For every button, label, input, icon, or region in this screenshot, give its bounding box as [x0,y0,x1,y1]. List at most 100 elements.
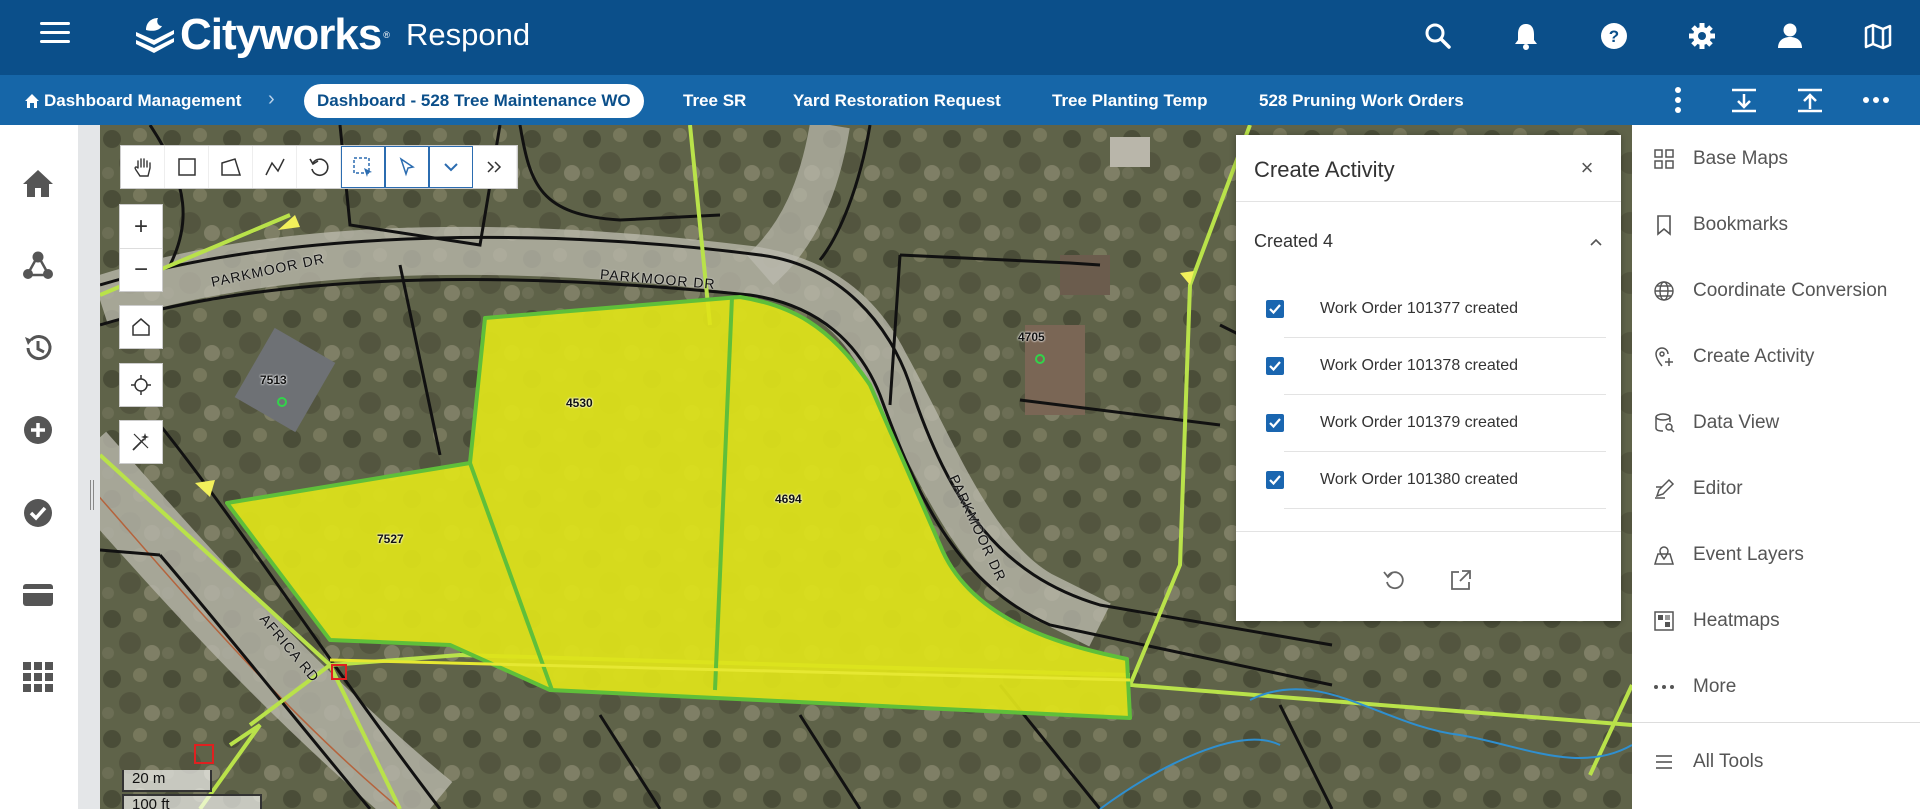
tool-label: Data View [1693,412,1780,433]
parcel-label: 7513 [260,373,287,387]
dropdown-icon[interactable] [429,146,473,188]
tool-data-view[interactable]: Data View [1632,398,1920,448]
network-icon[interactable] [18,245,58,285]
globe-icon [1652,279,1676,303]
tool-label: Base Maps [1693,148,1789,169]
cityworks-logo: Cityworks ® [132,10,390,60]
pan-hand-icon[interactable] [121,146,165,188]
map-icon[interactable] [1856,14,1900,58]
tab-528-pruning-work-orders[interactable]: 528 Pruning Work Orders [1246,84,1477,118]
card-icon[interactable] [18,575,58,615]
create-activity-icon [1652,345,1676,369]
panel-divider [1236,201,1621,202]
gear-icon[interactable] [1680,14,1724,58]
refresh-icon[interactable] [1379,565,1409,595]
brand-name: Cityworks [180,10,382,59]
polygon-icon[interactable] [209,146,253,188]
tool-create-activity[interactable]: Create Activity [1632,332,1920,382]
tool-coordinate-conversion[interactable]: Coordinate Conversion [1632,266,1920,316]
list-item: Work Order 101379 created [1266,395,1606,452]
checkbox-checked[interactable] [1266,300,1284,318]
checkbox-checked[interactable] [1266,414,1284,432]
zoom-out-button[interactable]: − [120,248,162,291]
more-dots-icon [1652,675,1676,699]
panel-divider [1236,531,1621,532]
create-activity-panel: Create Activity × Created 4 Work Order 1… [1236,135,1621,621]
tools-divider [1632,722,1920,723]
checkbox-checked[interactable] [1266,357,1284,375]
close-icon[interactable]: × [1575,157,1599,181]
hamburger-menu-icon[interactable] [40,22,70,46]
tool-label: All Tools [1693,751,1764,772]
tool-event-layers[interactable]: Event Layers [1632,530,1920,580]
select-box-icon[interactable] [341,146,385,188]
home-icon[interactable] [18,163,58,203]
tabbar-tools [1632,85,1896,115]
header-icons: ? [1372,14,1900,58]
locate-icon[interactable] [119,363,163,407]
section-label: Created 4 [1254,231,1334,251]
check-circle-icon[interactable] [18,493,58,533]
panel-resize-handle[interactable] [90,480,94,510]
user-icon[interactable] [1768,14,1812,58]
select-pointer-icon[interactable] [385,146,429,188]
work-order-label: Work Order 101379 created [1320,414,1519,431]
history-icon[interactable] [18,328,58,368]
reset-icon[interactable] [297,146,341,188]
bell-icon[interactable] [1504,14,1548,58]
add-circle-icon[interactable] [18,410,58,450]
checkbox-checked[interactable] [1266,471,1284,489]
tool-all-tools[interactable]: All Tools [1632,737,1920,787]
breadcrumb-label: Dashboard Management [44,91,242,110]
help-icon[interactable]: ? [1592,14,1636,58]
expand-up-icon[interactable] [1790,85,1830,115]
scale-metric: 20 m [122,770,212,792]
event-layers-icon [1652,543,1676,567]
panel-divider [78,125,100,809]
work-order-label: Work Order 101378 created [1320,357,1519,374]
list-item: Work Order 101378 created [1266,338,1606,395]
tool-bookmarks[interactable]: Bookmarks [1632,200,1920,250]
app-name: Respond [406,17,531,52]
work-order-label: Work Order 101377 created [1320,300,1519,317]
collapse-down-icon[interactable] [1724,85,1764,115]
app-root: Cityworks ® Respond ? Dashboard Manageme… [0,0,1920,809]
tool-more[interactable]: More [1632,662,1920,712]
list-item: Work Order 101377 created [1266,281,1606,338]
data-view-icon [1652,411,1676,435]
tab-tree-planting-temp[interactable]: Tree Planting Temp [1039,84,1221,118]
top-header: Cityworks ® Respond ? [0,0,1920,75]
magic-select-icon[interactable] [119,420,163,464]
tool-label: Heatmaps [1693,610,1780,631]
apps-grid-icon[interactable] [18,657,58,697]
tab-tree-sr[interactable]: Tree SR [670,84,759,118]
tool-base-maps[interactable]: Base Maps [1632,134,1920,184]
left-sidebar [0,125,78,809]
horizontal-more-icon[interactable] [1856,85,1896,115]
chevron-up-icon [1590,238,1602,246]
open-external-icon[interactable] [1446,565,1476,595]
home-extent-icon[interactable] [119,305,163,349]
rectangle-icon[interactable] [165,146,209,188]
tool-editor[interactable]: Editor [1632,464,1920,514]
tool-label: Coordinate Conversion [1693,280,1888,301]
zoom-control: + − [119,204,163,292]
tool-label: More [1693,676,1737,697]
home-small-icon [25,94,39,108]
tool-heatmaps[interactable]: Heatmaps [1632,596,1920,646]
scale-imperial: 100 ft [122,794,262,809]
tool-label: Create Activity [1693,346,1815,367]
created-section-header[interactable]: Created 4 [1254,231,1604,252]
brand-trademark: ® [383,30,390,40]
polyline-icon[interactable] [253,146,297,188]
tab-528-tree-maintenance-wo[interactable]: Dashboard - 528 Tree Maintenance WO [304,84,644,118]
expand-icon[interactable] [473,146,517,188]
panel-title: Create Activity [1254,157,1395,182]
search-icon[interactable] [1416,14,1460,58]
vertical-more-icon[interactable] [1658,85,1698,115]
parcel-label: 4705 [1018,330,1045,344]
list-icon [1652,750,1676,774]
tab-yard-restoration-request[interactable]: Yard Restoration Request [780,84,1014,118]
breadcrumb-dashboard-management[interactable]: Dashboard Management [24,91,241,111]
zoom-in-button[interactable]: + [120,205,162,248]
